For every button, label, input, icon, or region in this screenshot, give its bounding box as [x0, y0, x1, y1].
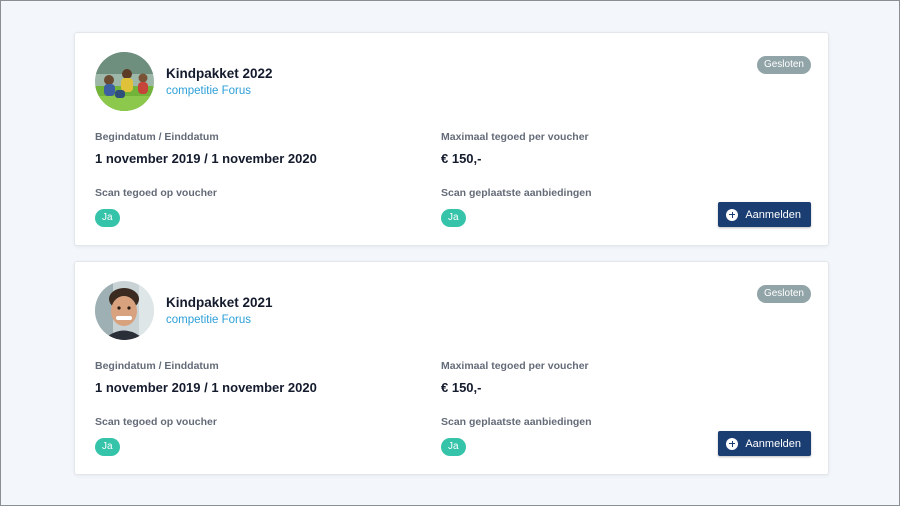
scan-voucher-label: Scan tegoed op voucher: [95, 416, 217, 428]
apply-button[interactable]: Aanmelden: [718, 431, 811, 456]
max-amount-value: € 150,-: [441, 380, 482, 395]
scan-offers-label: Scan geplaatste aanbiedingen: [441, 416, 592, 428]
scan-offers-badge: Ja: [441, 209, 466, 227]
fund-title: Kindpakket 2022: [166, 66, 273, 81]
max-amount-label: Maximaal tegoed per voucher: [441, 360, 589, 372]
apply-button-label: Aanmelden: [745, 208, 801, 221]
apply-button-label: Aanmelden: [745, 437, 801, 450]
fund-card: Kindpakket 2022 competitie Forus Geslote…: [74, 32, 829, 246]
fund-image: [95, 281, 154, 340]
scan-voucher-badge: Ja: [95, 438, 120, 456]
status-badge: Gesloten: [756, 56, 811, 74]
max-amount-label: Maximaal tegoed per voucher: [441, 131, 589, 143]
fund-title: Kindpakket 2021: [166, 295, 273, 310]
fund-image: [95, 52, 154, 111]
fund-organization[interactable]: competitie Forus: [166, 314, 251, 326]
scan-offers-badge: Ja: [441, 438, 466, 456]
status-badge: Gesloten: [756, 285, 811, 303]
plus-circle-icon: [726, 437, 739, 450]
date-label: Begindatum / Einddatum: [95, 131, 219, 143]
plus-circle-icon: [726, 208, 739, 221]
date-label: Begindatum / Einddatum: [95, 360, 219, 372]
max-amount-value: € 150,-: [441, 151, 482, 166]
scan-voucher-label: Scan tegoed op voucher: [95, 187, 217, 199]
fund-card: Kindpakket 2021 competitie Forus Geslote…: [74, 261, 829, 475]
date-value: 1 november 2019 / 1 november 2020: [95, 380, 317, 395]
date-value: 1 november 2019 / 1 november 2020: [95, 151, 317, 166]
fund-organization[interactable]: competitie Forus: [166, 85, 251, 97]
scan-voucher-badge: Ja: [95, 209, 120, 227]
scan-offers-label: Scan geplaatste aanbiedingen: [441, 187, 592, 199]
apply-button[interactable]: Aanmelden: [718, 202, 811, 227]
